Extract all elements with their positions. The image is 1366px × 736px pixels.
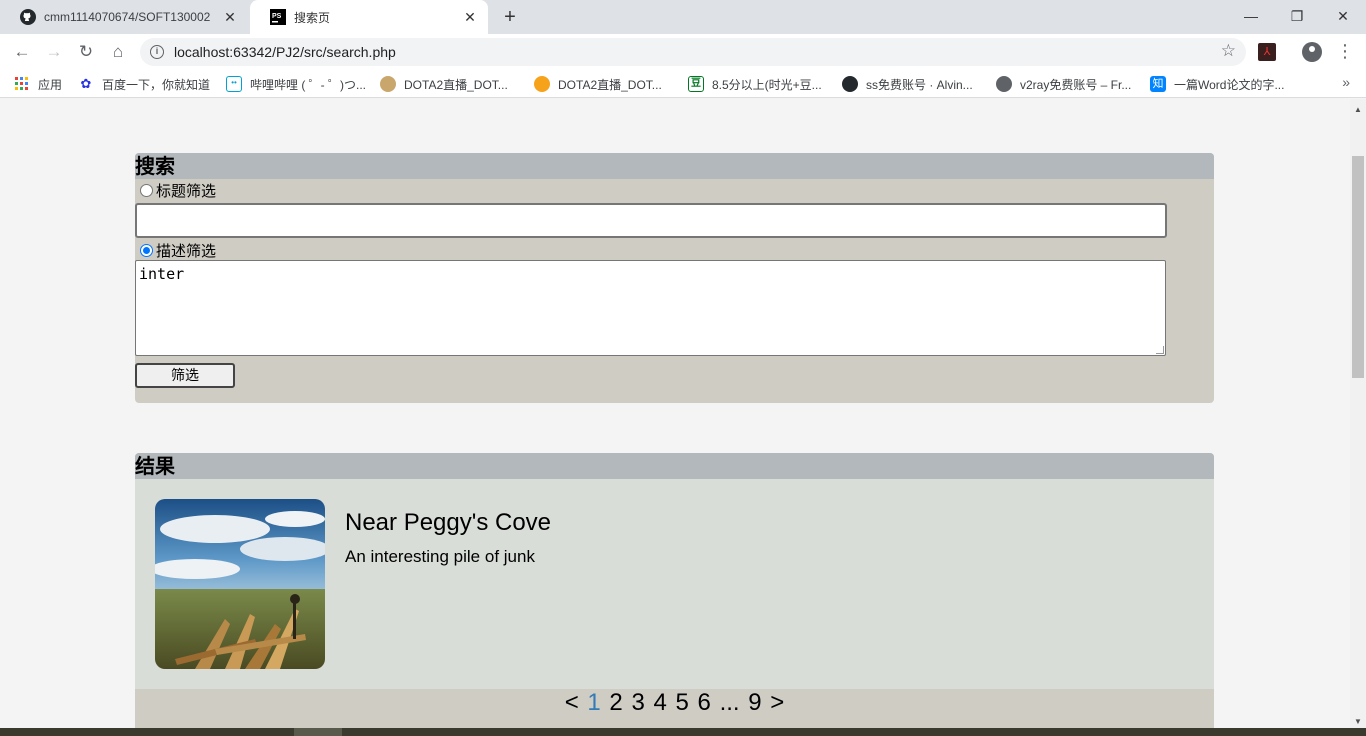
page-link[interactable]: 9 [748, 689, 761, 716]
bookmark-v2ray[interactable]: v2ray免费账号 – Fr... [996, 75, 1131, 93]
info-icon[interactable]: i [150, 45, 164, 59]
account-avatar-icon[interactable] [1302, 42, 1322, 62]
tab-strip: cmm1114070674/SOFT130002 ✕ PS 搜索页 ✕ + — … [0, 0, 1366, 34]
bookmark-label: 应用 [38, 77, 63, 92]
minimize-button[interactable]: — [1228, 4, 1274, 28]
douyu-icon [534, 76, 550, 92]
bookmark-ss-account[interactable]: ss免费账号 · Alvin... [842, 75, 973, 93]
pagination: < 1 2 3 4 5 6 ... 9 > [135, 689, 1214, 728]
forward-arrow-icon[interactable]: → [42, 40, 66, 64]
dota-icon [380, 76, 396, 92]
kebab-menu-icon[interactable]: ⋮ [1336, 40, 1354, 64]
result-title[interactable]: Near Peggy's Cove [345, 509, 551, 537]
scroll-down-arrow-icon[interactable]: ▼ [1354, 717, 1362, 726]
results-panel: 结果 Near Peggy's Cove An interesting pile… [135, 453, 1214, 728]
page-link-current[interactable]: 1 [587, 689, 600, 716]
search-panel: 搜索 标题筛选 描述筛选 inter 筛选 [135, 153, 1214, 403]
bookmark-bilibili[interactable]: •• 哔哩哔哩 ( ゜- ゜)つ... [226, 75, 366, 93]
bookmarks-bar: 应用 ✿ 百度一下，你就知道 •• 哔哩哔哩 ( ゜- ゜)つ... DOTA2… [0, 70, 1366, 98]
bookmark-star-icon[interactable]: ☆ [1221, 41, 1236, 61]
bookmark-label: 百度一下，你就知道 [102, 77, 211, 92]
page-link[interactable]: 2 [609, 689, 622, 716]
more-bookmarks-icon[interactable]: » [1342, 74, 1350, 90]
description-filter-label: 描述筛选 [156, 242, 217, 260]
description-textarea[interactable]: inter [135, 260, 1166, 356]
result-item[interactable]: Near Peggy's Cove An interesting pile of… [155, 499, 1195, 669]
bookmark-label: ss免费账号 · Alvin... [866, 77, 973, 92]
page-link[interactable]: 6 [698, 689, 711, 716]
result-thumbnail[interactable] [155, 499, 325, 669]
results-heading: 结果 [135, 453, 1214, 479]
apps-grid-icon [14, 76, 30, 92]
url-text[interactable]: localhost:63342/PJ2/src/search.php [174, 44, 396, 60]
close-window-button[interactable]: ✕ [1320, 4, 1366, 28]
bookmark-zhihu[interactable]: 知 一篇Word论文的字... [1150, 75, 1284, 93]
page-link[interactable]: 3 [631, 689, 644, 716]
close-tab-icon[interactable]: ✕ [462, 9, 478, 25]
globe-icon [996, 76, 1012, 92]
acrobat-extension-icon[interactable]: ⅄ [1258, 43, 1276, 61]
tab-title: cmm1114070674/SOFT130002 [44, 10, 211, 24]
page-ellipsis: ... [719, 689, 740, 716]
bookmark-baidu[interactable]: ✿ 百度一下，你就知道 [78, 75, 210, 93]
github-icon [20, 9, 36, 25]
search-heading: 搜索 [135, 153, 1214, 179]
bookmark-label: v2ray免费账号 – Fr... [1020, 77, 1132, 92]
title-filter-radio[interactable] [140, 183, 153, 197]
browser-toolbar: ← → ↻ ⌂ i localhost:63342/PJ2/src/search… [0, 34, 1366, 70]
baidu-paw-icon: ✿ [78, 76, 94, 92]
bookmark-apps[interactable]: 应用 [14, 75, 62, 93]
description-textarea-value: inter [139, 265, 185, 283]
back-arrow-icon[interactable]: ← [10, 40, 34, 64]
bookmark-douban[interactable]: 豆 8.5分以上(时光+豆... [688, 75, 822, 93]
page-link[interactable]: 4 [653, 689, 666, 716]
os-taskbar [0, 728, 1366, 736]
bookmark-dota2-2[interactable]: DOTA2直播_DOT... [534, 75, 662, 93]
reload-icon[interactable]: ↻ [74, 40, 98, 64]
prev-page-link[interactable]: < [565, 689, 579, 716]
title-search-input[interactable] [135, 203, 1167, 238]
filter-button[interactable]: 筛选 [135, 363, 235, 388]
resize-grip-icon[interactable] [1156, 346, 1164, 354]
bookmark-label: DOTA2直播_DOT... [558, 77, 662, 92]
address-bar[interactable]: i localhost:63342/PJ2/src/search.php ☆ [140, 38, 1246, 66]
page-link[interactable]: 5 [676, 689, 689, 716]
bookmark-dota2-1[interactable]: DOTA2直播_DOT... [380, 75, 508, 93]
description-filter-radio[interactable] [140, 243, 153, 257]
next-page-link[interactable]: > [770, 689, 784, 716]
new-tab-button[interactable]: + [500, 7, 520, 27]
bookmark-label: 一篇Word论文的字... [1174, 77, 1285, 92]
result-description: An interesting pile of junk [345, 547, 535, 566]
douban-icon: 豆 [688, 76, 704, 92]
bookmark-label: DOTA2直播_DOT... [404, 77, 508, 92]
page-viewport: 搜索 标题筛选 描述筛选 inter 筛选 结果 Near Peggy's Co… [0, 99, 1350, 728]
title-filter-option[interactable]: 标题筛选 [135, 179, 216, 201]
tab-search-page[interactable]: PS 搜索页 ✕ [250, 0, 488, 34]
title-filter-label: 标题筛选 [156, 182, 217, 200]
description-filter-option[interactable]: 描述筛选 [135, 239, 216, 261]
vertical-scrollbar[interactable]: ▲ ▼ [1350, 99, 1366, 728]
home-icon[interactable]: ⌂ [106, 40, 130, 64]
bookmark-label: 哔哩哔哩 ( ゜- ゜)つ... [250, 77, 366, 92]
close-tab-icon[interactable]: ✕ [222, 9, 238, 25]
restore-button[interactable]: ❐ [1274, 4, 1320, 28]
svg-text:PS: PS [272, 13, 282, 20]
github-icon [842, 76, 858, 92]
scrollbar-thumb[interactable] [1352, 156, 1364, 378]
taskbar-active-item[interactable] [294, 728, 342, 736]
zhihu-icon: 知 [1150, 76, 1166, 92]
tab-title: 搜索页 [294, 10, 331, 25]
tab-github[interactable]: cmm1114070674/SOFT130002 ✕ [0, 0, 248, 34]
bilibili-icon: •• [226, 76, 242, 92]
bookmark-label: 8.5分以上(时光+豆... [712, 77, 822, 92]
scroll-up-arrow-icon[interactable]: ▲ [1354, 105, 1362, 114]
phpstorm-icon: PS [270, 9, 286, 25]
